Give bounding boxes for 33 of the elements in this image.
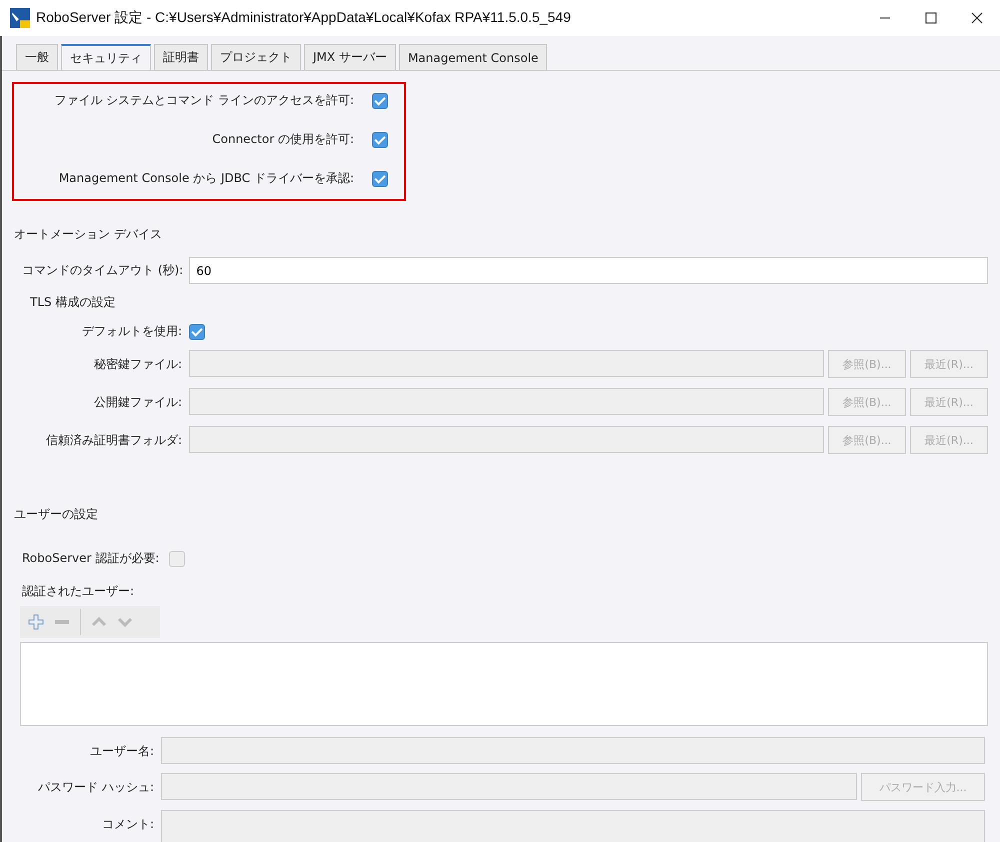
maximize-icon[interactable] [925,12,937,24]
tab[interactable]: Management Console [398,44,548,70]
user-list[interactable] [20,642,988,726]
timeout-input[interactable]: 60 [189,257,988,284]
checkbox[interactable] [372,92,388,108]
subsection-heading: TLS 構成の設定 [29,294,116,311]
field-label: ユーザー名: [88,743,154,760]
field-label: パスワード ハッシュ: [37,779,154,796]
checkbox[interactable] [372,132,388,148]
tab[interactable]: プロジェクト [211,44,301,70]
close-icon[interactable] [971,12,983,24]
section-heading: オートメーション デバイス [13,226,163,243]
tab[interactable]: 一般 [16,44,58,70]
field-label: 信頼済み証明書フォルダ: [44,432,182,448]
checkbox[interactable] [372,170,388,186]
add-icon[interactable] [28,614,44,630]
tab[interactable]: JMX サーバー [304,44,396,70]
window-title: RoboServer 設定 - C:¥Users¥Administrator¥AppData¥Local¥Kofax RPA¥11.5.0.5_549 [36,9,571,27]
field-label: RoboServer 認証が必要: [22,550,160,567]
field-label: コマンドのタイムアウト (秒): [22,262,184,279]
checkbox[interactable] [189,324,205,340]
field-label: ファイル システムとコマンド ラインのアクセスを許可: [54,92,354,109]
tab[interactable]: 証明書 [154,44,208,70]
field-label: コメント: [100,816,154,833]
app-logo-icon [10,8,30,28]
field-label: 認証されたユーザー: [21,583,136,600]
field-label: デフォルトを使用: [80,323,182,340]
tab[interactable]: セキュリティ [61,44,151,70]
field-label: 秘密鍵ファイル: [92,356,182,372]
field-label: 公開鍵ファイル: [92,394,182,410]
section-heading: ユーザーの設定 [13,506,99,523]
field-label: Management Console から JDBC ドライバーを承認: [58,170,354,187]
field-label: Connector の使用を許可: [212,131,354,148]
